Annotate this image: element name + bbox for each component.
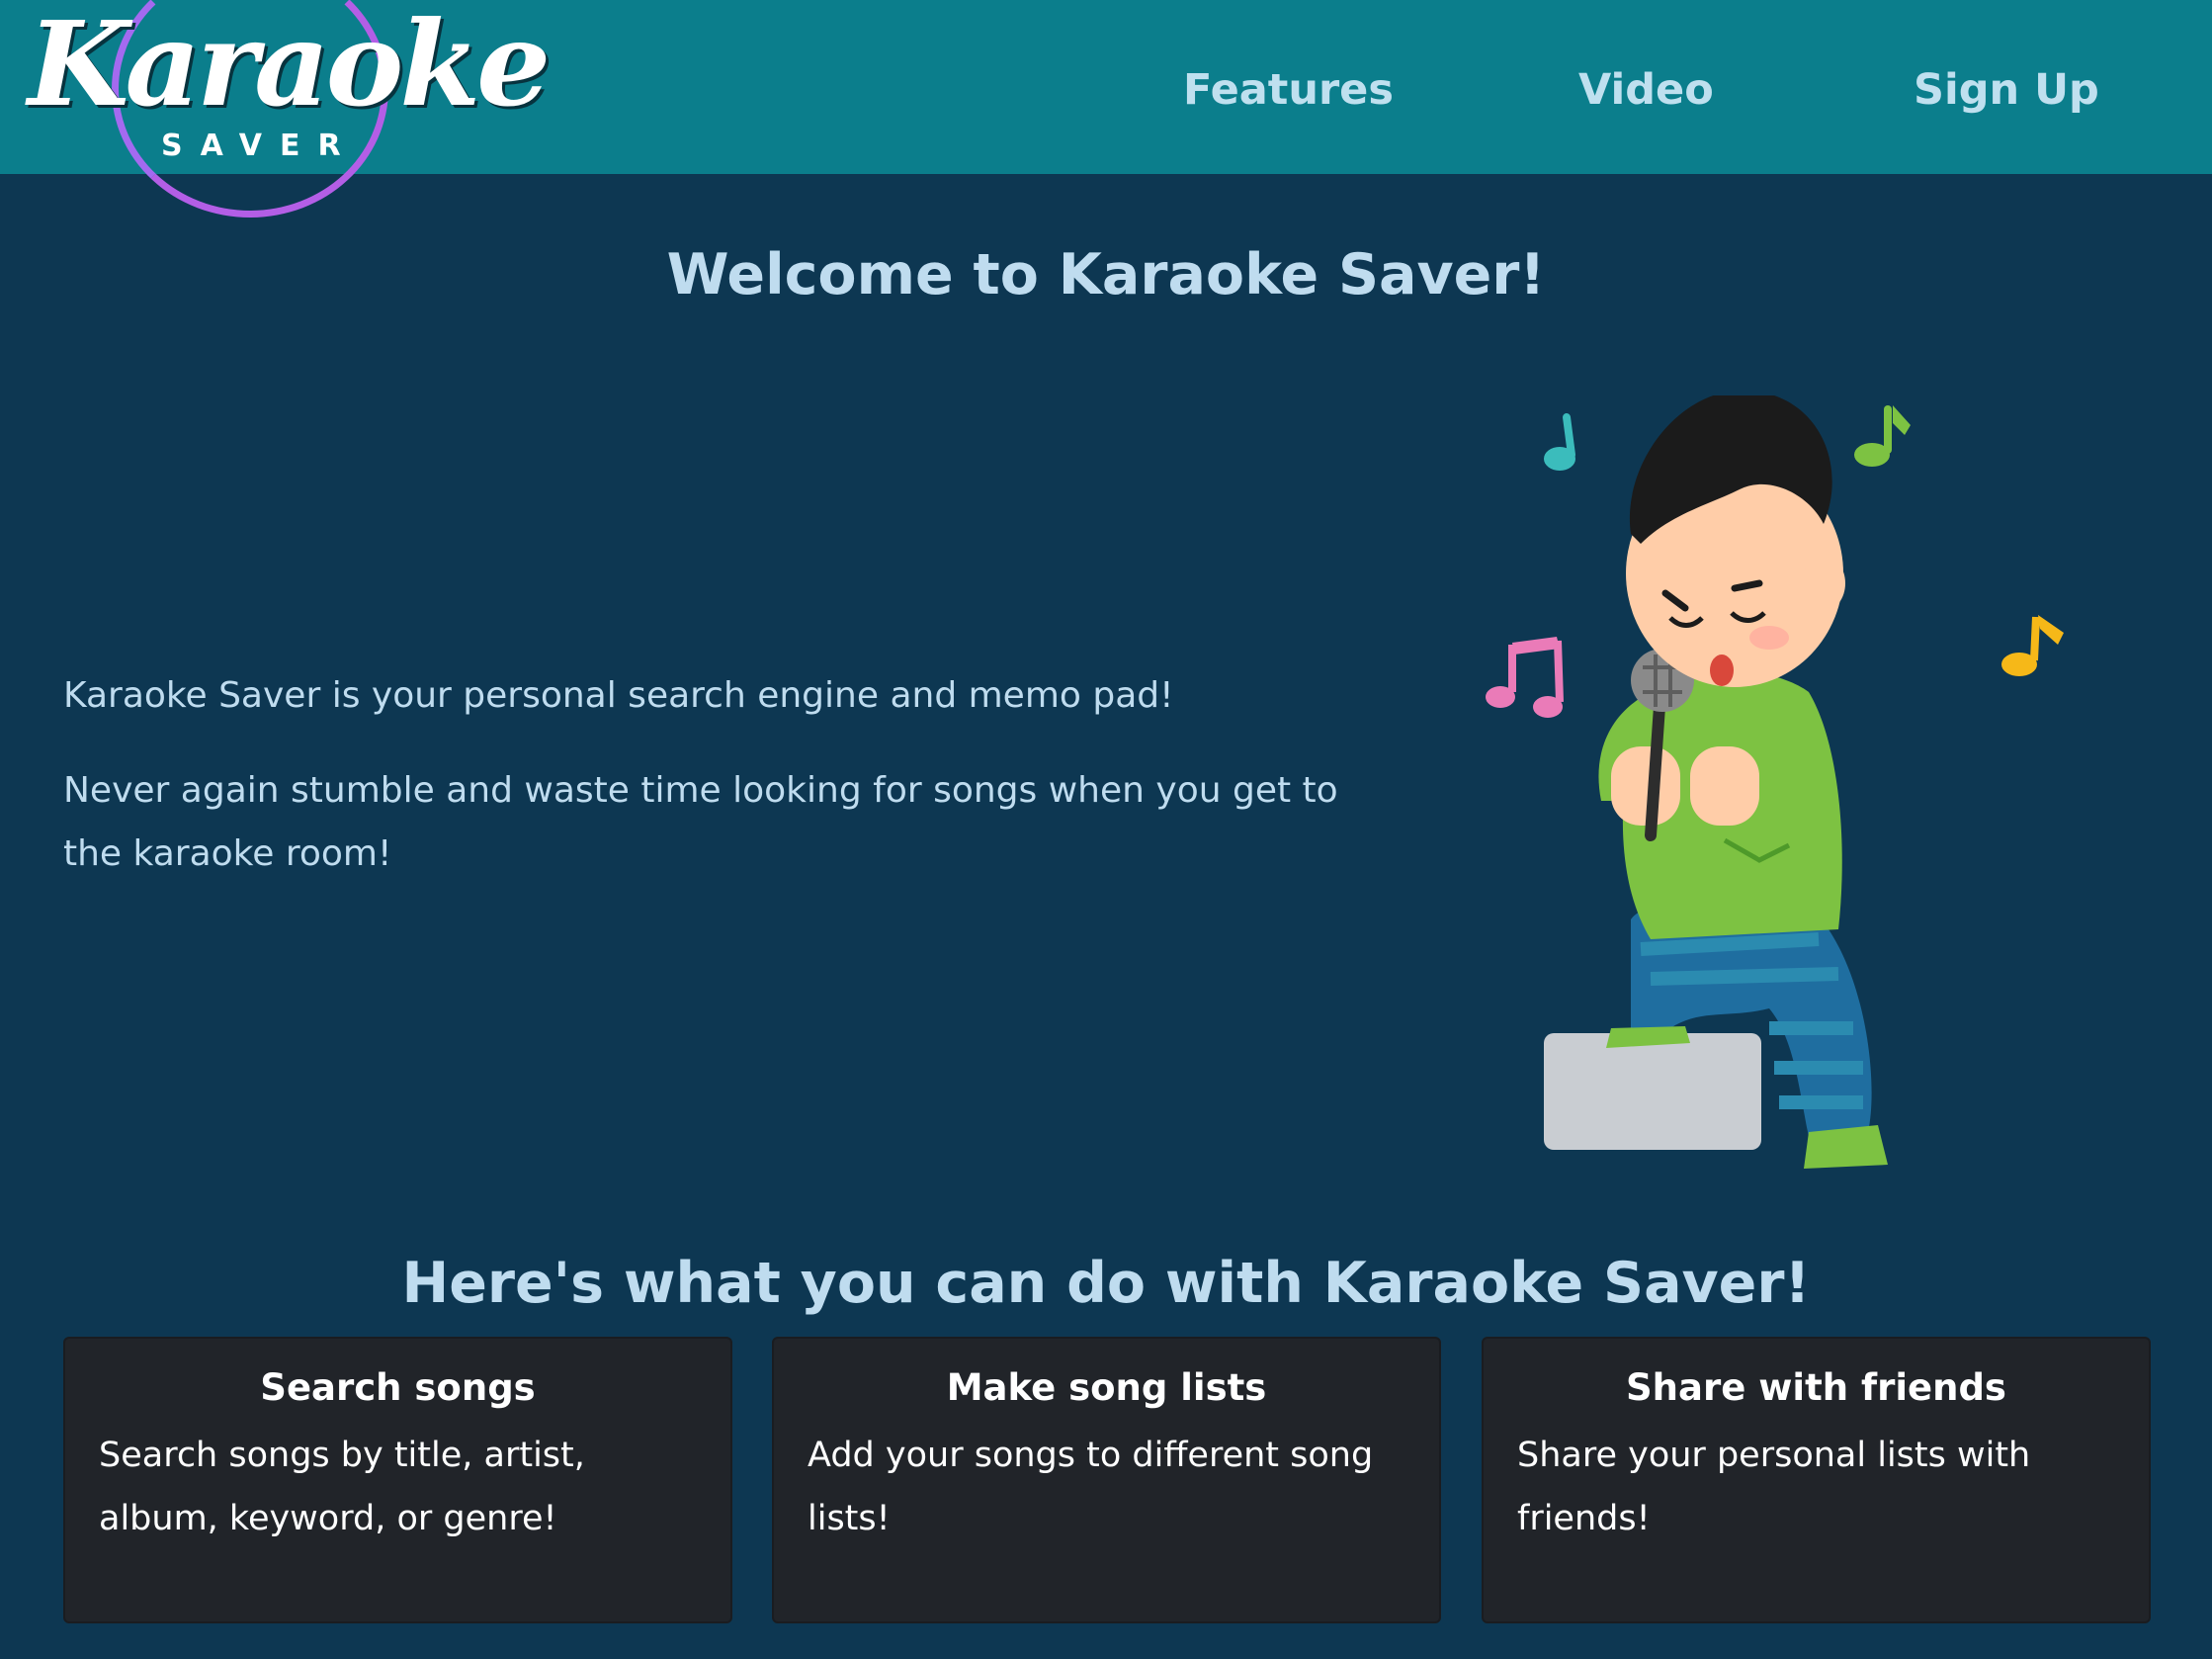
music-note-green-icon	[1854, 405, 1911, 467]
karaoke-singer-illustration	[1486, 395, 2064, 1169]
intro-paragraph: Karaoke Saver is your personal search en…	[63, 675, 1174, 716]
card-title: Share with friends	[1626, 1366, 2006, 1409]
music-note-pink-icon	[1486, 637, 1564, 718]
intro-text: Karaoke Saver is your personal search en…	[63, 664, 1388, 917]
page: Karaoke SAVER Features Video Sign Up Wel…	[0, 0, 2212, 1659]
intro-paragraph: Never again stumble and waste time looki…	[63, 770, 1338, 874]
logo[interactable]: Karaoke SAVER	[28, 0, 551, 227]
card-text: Add your songs to different song lists!	[808, 1436, 1374, 1538]
nav-link-video[interactable]: Video	[1578, 55, 1714, 125]
music-note-teal-icon	[1544, 413, 1575, 471]
logo-script: Karaoke	[28, 0, 551, 132]
features-title: Here's what you can do with Karaoke Save…	[401, 1251, 1811, 1316]
card-title: Search songs	[260, 1366, 536, 1409]
stage-box	[1544, 1033, 1761, 1150]
card-text: Share your personal lists with friends!	[1517, 1436, 2031, 1538]
navbar: Karaoke SAVER Features Video Sign Up	[0, 0, 2212, 218]
feature-card-share-with-friends: Share with friends Share your personal l…	[1482, 1337, 2151, 1623]
feature-card-search-songs: Search songs Search songs by title, arti…	[63, 1337, 732, 1623]
card-text: Search songs by title, artist, album, ke…	[99, 1436, 585, 1538]
logo-subtitle: SAVER	[161, 129, 359, 163]
nav-link-sign-up[interactable]: Sign Up	[1914, 55, 2099, 125]
music-note-yellow-icon	[2001, 615, 2064, 676]
feature-card-make-song-lists: Make song lists Add your songs to differ…	[772, 1337, 1441, 1623]
card-title: Make song lists	[946, 1366, 1267, 1409]
nav-link-features[interactable]: Features	[1183, 55, 1394, 125]
page-title: Welcome to Karaoke Saver!	[666, 242, 1546, 307]
